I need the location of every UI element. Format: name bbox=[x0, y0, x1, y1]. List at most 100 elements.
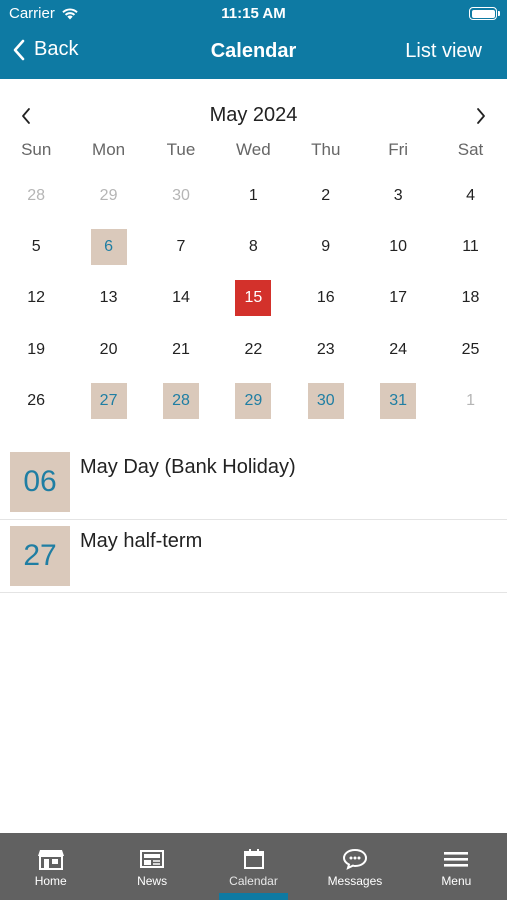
status-bar: Carrier 11:15 AM bbox=[0, 0, 507, 28]
chevron-left-icon bbox=[13, 39, 25, 60]
calendar-day[interactable]: 16 bbox=[290, 273, 362, 324]
tab-calendar[interactable]: Calendar bbox=[203, 833, 304, 900]
day-number: 27 bbox=[90, 383, 127, 420]
calendar-day-event[interactable]: 6 bbox=[72, 221, 144, 272]
event-list: 06 May Day (Bank Holiday) 27 May half-te… bbox=[0, 446, 507, 593]
event-title: May Day (Bank Holiday) bbox=[80, 456, 296, 478]
weekday-label: Sat bbox=[457, 140, 484, 159]
day-number: 9 bbox=[321, 238, 331, 256]
event-date-badge: 06 bbox=[10, 452, 70, 512]
calendar-day[interactable]: 1 bbox=[217, 170, 289, 221]
menu-icon bbox=[441, 847, 471, 871]
back-button[interactable]: Back bbox=[12, 38, 78, 61]
month-label: May 2024 bbox=[209, 104, 298, 126]
calendar-day-event[interactable]: 30 bbox=[290, 376, 362, 427]
calendar-day-outside-month[interactable]: 30 bbox=[145, 170, 217, 221]
day-number: 26 bbox=[27, 392, 46, 410]
tab-bar: Home News Calendar Messages Menu bbox=[0, 833, 507, 900]
day-number: 15 bbox=[235, 280, 272, 317]
day-number: 11 bbox=[462, 238, 479, 256]
home-icon bbox=[36, 847, 66, 871]
messages-icon bbox=[340, 847, 370, 871]
news-icon bbox=[137, 847, 167, 871]
tab-menu[interactable]: Menu bbox=[406, 833, 507, 900]
weekday-label: Thu bbox=[311, 140, 341, 159]
list-view-button[interactable]: List view bbox=[405, 40, 482, 63]
weekday-label: Fri bbox=[388, 140, 409, 159]
weekday-label: Tue bbox=[166, 140, 196, 159]
day-number: 29 bbox=[235, 383, 272, 420]
tab-news[interactable]: News bbox=[101, 833, 202, 900]
day-number: 30 bbox=[172, 186, 190, 204]
calendar-day[interactable]: 21 bbox=[145, 324, 217, 375]
day-number: 1 bbox=[248, 186, 258, 204]
calendar-day[interactable]: 25 bbox=[434, 324, 506, 375]
battery-icon bbox=[469, 7, 500, 20]
calendar-day[interactable]: 11 bbox=[434, 221, 506, 272]
tab-label: News bbox=[137, 874, 168, 888]
previous-month-button[interactable] bbox=[11, 101, 41, 131]
app-header: Carrier 11:15 AM Back Calendar List view bbox=[0, 0, 507, 79]
chevron-right-icon bbox=[477, 108, 485, 124]
tab-label: Home bbox=[34, 874, 67, 888]
event-title: May half-term bbox=[80, 529, 203, 552]
calendar-header: May 2024 bbox=[0, 98, 507, 134]
calendar-day[interactable]: 10 bbox=[362, 221, 434, 272]
event-date-badge: 27 bbox=[10, 525, 70, 586]
calendar-day[interactable]: 8 bbox=[217, 221, 289, 272]
calendar-day-event[interactable]: 29 bbox=[217, 376, 289, 427]
calendar-day[interactable]: 5 bbox=[0, 221, 72, 272]
day-number: 17 bbox=[389, 289, 408, 307]
calendar-day[interactable]: 23 bbox=[290, 324, 362, 375]
event-item[interactable]: 06 May Day (Bank Holiday) bbox=[0, 446, 507, 520]
calendar-day[interactable]: 24 bbox=[362, 324, 434, 375]
day-number: 29 bbox=[99, 186, 118, 204]
calendar-day[interactable]: 20 bbox=[72, 324, 144, 375]
weekday-label: Sun bbox=[21, 140, 52, 159]
calendar-day-event[interactable]: 28 bbox=[145, 376, 217, 427]
day-number: 30 bbox=[307, 383, 344, 420]
calendar-day-outside-month[interactable]: 29 bbox=[72, 170, 144, 221]
calendar-day[interactable]: 3 bbox=[362, 170, 434, 221]
tab-label: Calendar bbox=[229, 874, 278, 888]
calendar-day-today[interactable]: 15 bbox=[217, 273, 289, 324]
calendar-day-event[interactable]: 31 bbox=[362, 376, 434, 427]
day-number: 28 bbox=[27, 186, 46, 204]
day-number: 10 bbox=[389, 238, 408, 256]
calendar-day[interactable]: 12 bbox=[0, 273, 72, 324]
calendar-day[interactable]: 4 bbox=[434, 170, 506, 221]
day-number: 3 bbox=[393, 186, 403, 204]
day-number: 19 bbox=[27, 340, 46, 358]
day-number: 21 bbox=[172, 340, 190, 358]
day-number: 28 bbox=[162, 383, 199, 420]
weekday-header: Sun Mon Tue Wed Thu Fri Sat bbox=[0, 140, 507, 164]
day-number: 5 bbox=[31, 238, 41, 256]
day-number: 31 bbox=[380, 383, 417, 420]
day-number: 8 bbox=[248, 238, 258, 256]
day-number: 14 bbox=[172, 289, 190, 307]
day-number: 23 bbox=[316, 340, 335, 358]
calendar-grid: 28 29 30 1 2 3 4 5 6 7 8 9 10 11 12 13 14 15 16 17 18 19 20 21 2… bbox=[0, 170, 507, 427]
calendar-day[interactable]: 2 bbox=[290, 170, 362, 221]
weekday-label: Mon bbox=[92, 140, 126, 159]
event-item[interactable]: 27 May half-term bbox=[0, 520, 507, 593]
calendar-day[interactable]: 18 bbox=[434, 273, 506, 324]
calendar-day-outside-month[interactable]: 1 bbox=[434, 376, 506, 427]
calendar-day-event[interactable]: 27 bbox=[72, 376, 144, 427]
calendar-day[interactable]: 7 bbox=[145, 221, 217, 272]
tab-home[interactable]: Home bbox=[0, 833, 101, 900]
day-number: 25 bbox=[461, 340, 480, 358]
day-number: 24 bbox=[389, 340, 408, 358]
calendar-day-outside-month[interactable]: 28 bbox=[0, 170, 72, 221]
calendar-day[interactable]: 26 bbox=[0, 376, 72, 427]
calendar-day[interactable]: 14 bbox=[145, 273, 217, 324]
tab-messages[interactable]: Messages bbox=[304, 833, 405, 900]
calendar-day[interactable]: 22 bbox=[217, 324, 289, 375]
calendar-day[interactable]: 9 bbox=[290, 221, 362, 272]
calendar-day[interactable]: 19 bbox=[0, 324, 72, 375]
calendar-day[interactable]: 17 bbox=[362, 273, 434, 324]
tab-label: Menu bbox=[441, 874, 472, 888]
day-number: 12 bbox=[27, 289, 46, 307]
next-month-button[interactable] bbox=[466, 101, 496, 131]
calendar-day[interactable]: 13 bbox=[72, 273, 144, 324]
